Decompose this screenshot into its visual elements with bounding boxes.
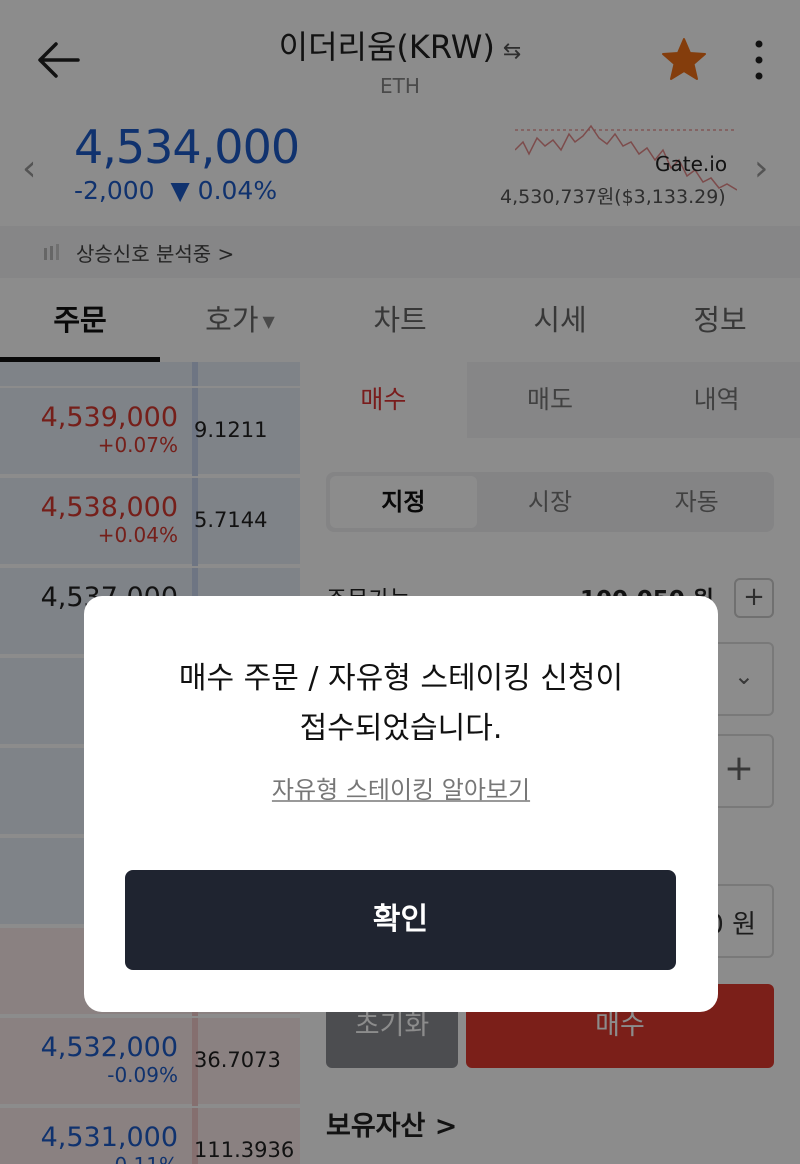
confirmation-dialog: 매수 주문 / 자유형 스테이킹 신청이 접수되었습니다. 자유형 스테이킹 알… [84,596,718,1012]
dialog-message-line: 매수 주문 / 자유형 스테이킹 신청이 [178,661,624,696]
dialog-message: 매수 주문 / 자유형 스테이킹 신청이 접수되었습니다. [84,654,718,754]
staking-info-link-text[interactable]: 자유형 스테이킹 알아보기 [272,776,530,804]
dialog-message-line: 접수되었습니다. [299,711,503,746]
confirm-button[interactable]: 확인 [125,870,676,970]
staking-info-link[interactable]: 자유형 스테이킹 알아보기 [84,770,718,805]
